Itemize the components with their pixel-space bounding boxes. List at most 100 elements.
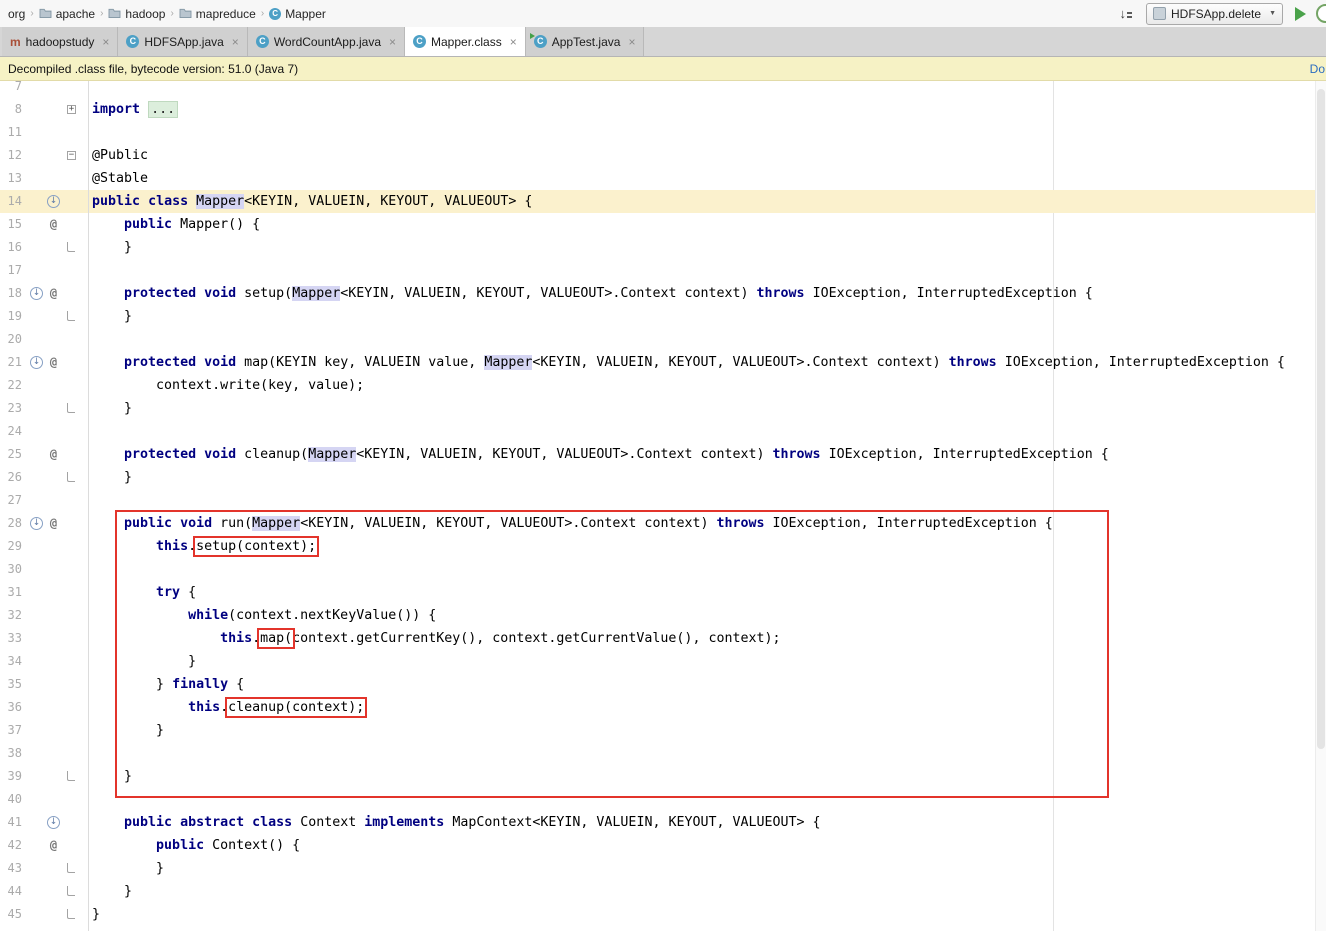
code-line-8[interactable]: 8+import ... — [0, 98, 1326, 121]
code-line-22[interactable]: 22 context.write(key, value); — [0, 374, 1326, 397]
fold-column — [62, 213, 82, 236]
fold-column — [62, 903, 82, 926]
code-line-18[interactable]: 18↓@ protected void setup(Mapper<KEYIN, … — [0, 282, 1326, 305]
tab-hadoopstudy[interactable]: mhadoopstudy× — [2, 27, 118, 56]
override-marker-icon[interactable]: ↓ — [30, 517, 43, 530]
folder-icon — [108, 7, 121, 21]
code-line-7[interactable]: 7 — [0, 81, 1326, 98]
code-line-20[interactable]: 20 — [0, 328, 1326, 351]
code-line-43[interactable]: 43 } — [0, 857, 1326, 880]
code-token: try — [156, 585, 180, 600]
code-line-31[interactable]: 31 try { — [0, 581, 1326, 604]
code-line-13[interactable]: 13@Stable — [0, 167, 1326, 190]
class-icon: C — [126, 35, 139, 48]
override-marker-icon[interactable]: ↓ — [30, 356, 43, 369]
gutter-slot — [28, 121, 45, 144]
close-icon[interactable]: × — [102, 36, 109, 48]
code-line-28[interactable]: 28↓@ public void run(Mapper<KEYIN, VALUE… — [0, 512, 1326, 535]
editor[interactable]: 78+import ...1112−@Public13@Stable14↓pub… — [0, 81, 1326, 931]
code-line-45[interactable]: 45} — [0, 903, 1326, 926]
annotation-marker-icon[interactable]: @ — [50, 282, 57, 305]
breadcrumb-item-mapper[interactable]: CMapper — [269, 7, 326, 21]
code-line-15[interactable]: 15@ public Mapper() { — [0, 213, 1326, 236]
gutter-slot — [45, 558, 62, 581]
gutter-slot — [28, 742, 45, 765]
fold-end-icon[interactable] — [67, 909, 75, 919]
code-line-39[interactable]: 39 } — [0, 765, 1326, 788]
code-text: try { — [82, 581, 1326, 604]
code-line-17[interactable]: 17 — [0, 259, 1326, 282]
annotation-marker-icon[interactable]: @ — [50, 443, 57, 466]
breadcrumb-item-mapreduce[interactable]: mapreduce — [179, 7, 256, 21]
code-line-35[interactable]: 35 } finally { — [0, 673, 1326, 696]
breadcrumb-item-apache[interactable]: apache — [39, 7, 95, 21]
gutter-slot — [45, 489, 62, 512]
code-line-14[interactable]: 14↓public class Mapper<KEYIN, VALUEIN, K… — [0, 190, 1326, 213]
close-icon[interactable]: × — [510, 36, 517, 48]
banner-text: Decompiled .class file, bytecode version… — [8, 62, 298, 76]
code-line-30[interactable]: 30 — [0, 558, 1326, 581]
tab-mapper-class[interactable]: CMapper.class× — [405, 27, 526, 56]
tab-hdfsapp-java[interactable]: CHDFSApp.java× — [118, 27, 247, 56]
code-line-44[interactable]: 44 } — [0, 880, 1326, 903]
close-icon[interactable]: × — [232, 36, 239, 48]
code-line-24[interactable]: 24 — [0, 420, 1326, 443]
sort-lines-icon[interactable]: ↓ — [1120, 7, 1133, 20]
fold-end-icon[interactable] — [67, 242, 75, 252]
annotation-marker-icon[interactable]: @ — [50, 351, 57, 374]
code-line-33[interactable]: 33 this.map(context.getCurrentKey(), con… — [0, 627, 1326, 650]
code-line-26[interactable]: 26 } — [0, 466, 1326, 489]
banner-link[interactable]: Do — [1310, 62, 1325, 76]
code-line-38[interactable]: 38 — [0, 742, 1326, 765]
fold-collapsed-icon[interactable]: + — [67, 105, 76, 114]
code-line-23[interactable]: 23 } — [0, 397, 1326, 420]
code-line-16[interactable]: 16 } — [0, 236, 1326, 259]
code-line-27[interactable]: 27 — [0, 489, 1326, 512]
vertical-scrollbar[interactable] — [1315, 81, 1326, 931]
code-line-37[interactable]: 37 } — [0, 719, 1326, 742]
fold-end-icon[interactable] — [67, 886, 75, 896]
close-icon[interactable]: × — [628, 36, 635, 48]
gutter-slot — [45, 81, 62, 98]
fold-end-icon[interactable] — [67, 311, 75, 321]
code-line-25[interactable]: 25@ protected void cleanup(Mapper<KEYIN,… — [0, 443, 1326, 466]
fold-end-icon[interactable] — [67, 403, 75, 413]
code-line-41[interactable]: 41↓ public abstract class Context implem… — [0, 811, 1326, 834]
code-line-42[interactable]: 42@ public Context() { — [0, 834, 1326, 857]
code-line-29[interactable]: 29 this.setup(context); — [0, 535, 1326, 558]
override-marker-icon[interactable]: ↓ — [47, 816, 60, 829]
scrollbar-thumb[interactable] — [1317, 89, 1325, 749]
code-line-19[interactable]: 19 } — [0, 305, 1326, 328]
code-line-40[interactable]: 40 — [0, 788, 1326, 811]
breadcrumb-item-org[interactable]: org — [8, 7, 25, 21]
override-marker-icon[interactable]: ↓ — [47, 195, 60, 208]
partial-circle-icon[interactable] — [1316, 4, 1326, 23]
code-line-11[interactable]: 11 — [0, 121, 1326, 144]
fold-expanded-icon[interactable]: − — [67, 151, 76, 160]
run-button[interactable] — [1295, 7, 1306, 21]
run-configuration-select[interactable]: HDFSApp.delete ▼ — [1146, 3, 1283, 25]
code-token: IOException, InterruptedException { — [997, 355, 1285, 370]
fold-end-icon[interactable] — [67, 771, 75, 781]
gutter-slot — [45, 420, 62, 443]
code-line-36[interactable]: 36 this.cleanup(context); — [0, 696, 1326, 719]
code-line-32[interactable]: 32 while(context.nextKeyValue()) { — [0, 604, 1326, 627]
override-marker-icon[interactable]: ↓ — [30, 287, 43, 300]
breadcrumb-item-hadoop[interactable]: hadoop — [108, 7, 165, 21]
close-icon[interactable]: × — [389, 36, 396, 48]
fold-column — [62, 443, 82, 466]
code-line-21[interactable]: 21↓@ protected void map(KEYIN key, VALUE… — [0, 351, 1326, 374]
code-line-12[interactable]: 12−@Public — [0, 144, 1326, 167]
annotation-marker-icon[interactable]: @ — [50, 834, 57, 857]
tab-apptest-java[interactable]: CAppTest.java× — [526, 27, 645, 56]
fold-end-icon[interactable] — [67, 472, 75, 482]
gutter-slot — [28, 259, 45, 282]
code-token: (context.nextKeyValue()) { — [228, 608, 436, 623]
annotation-marker-icon[interactable]: @ — [50, 213, 57, 236]
tab-wordcountapp-java[interactable]: CWordCountApp.java× — [248, 27, 405, 56]
code-line-34[interactable]: 34 } — [0, 650, 1326, 673]
fold-end-icon[interactable] — [67, 863, 75, 873]
annotation-marker-icon[interactable]: @ — [50, 512, 57, 535]
code-token: } — [92, 470, 132, 485]
editor-tab-bar: mhadoopstudy×CHDFSApp.java×CWordCountApp… — [0, 27, 1326, 57]
